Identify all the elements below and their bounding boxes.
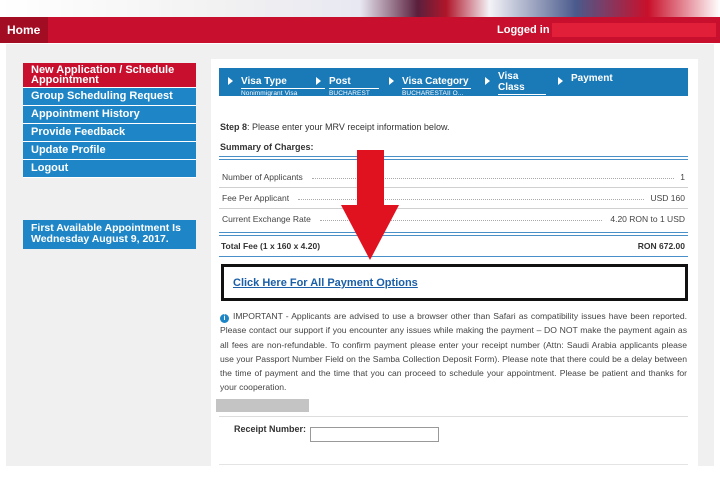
step-post: Post BUCHAREST — [329, 71, 379, 98]
redacted-button[interactable] — [216, 399, 309, 412]
divider — [219, 208, 688, 209]
divider — [219, 235, 688, 236]
step-arrow-icon — [389, 77, 394, 85]
home-link[interactable]: Home — [0, 17, 48, 43]
charge-label-exchange-rate: Current Exchange Rate — [222, 214, 311, 224]
charge-value-applicants: 1 — [680, 172, 685, 182]
divider — [219, 156, 688, 157]
total-fee-value: RON 672.00 — [637, 241, 685, 251]
divider — [219, 256, 688, 257]
step-text: : Please enter your MRV receipt informat… — [247, 122, 450, 132]
progress-steps: Visa Type Nonimmigrant Visa Post BUCHARE… — [219, 68, 688, 103]
payment-options-link[interactable]: Click Here For All Payment Options — [233, 277, 418, 289]
charge-value-exchange-rate: 4.20 RON to 1 USD — [610, 214, 685, 224]
step-label: Payment — [571, 73, 613, 84]
step-label: Visa Category — [402, 76, 471, 89]
redacted-username — [552, 23, 716, 37]
step-arrow-icon — [485, 77, 490, 85]
step-label: Visa Type — [241, 76, 325, 89]
divider — [298, 199, 644, 200]
total-fee-label: Total Fee (1 x 160 x 4.20) — [221, 241, 321, 251]
charge-value-fee: USD 160 — [650, 193, 686, 203]
important-notice: i IMPORTANT - Applicants are advised to u… — [220, 309, 687, 395]
sidebar-menu: New Application / Schedule Appointment G… — [23, 63, 196, 178]
step-arrow-icon — [558, 77, 563, 85]
sidebar-item-provide-feedback[interactable]: Provide Feedback — [23, 124, 196, 142]
step-instruction: Step 8: Please enter your MRV receipt in… — [220, 122, 449, 132]
step-visa-type: Visa Type Nonimmigrant Visa — [241, 71, 325, 98]
sidebar-item-group-scheduling[interactable]: Group Scheduling Request — [23, 88, 196, 106]
step-label: Post — [329, 76, 379, 89]
divider — [219, 187, 688, 188]
summary-title: Summary of Charges: — [220, 142, 314, 152]
down-arrow-icon — [357, 150, 384, 206]
divider — [219, 232, 688, 233]
step-arrow-icon — [316, 77, 321, 85]
info-icon: i — [220, 314, 229, 323]
step-value: B1/B2 — [498, 96, 517, 103]
sidebar-item-new-application[interactable]: New Application / Schedule Appointment — [23, 63, 196, 88]
header-banner — [0, 0, 720, 17]
divider — [219, 416, 688, 417]
sidebar-item-appointment-history[interactable]: Appointment History — [23, 106, 196, 124]
step-label: Visa Class — [498, 71, 546, 95]
step-value: Nonimmigrant Visa — [241, 90, 298, 97]
sidebar-item-logout[interactable]: Logout — [23, 160, 196, 178]
important-text: IMPORTANT - Applicants are advised to us… — [220, 311, 687, 393]
step-value: BUCHAREST — [329, 90, 370, 97]
step-visa-class: Visa Class B1/B2 — [498, 71, 546, 104]
first-available-appointment: First Available Appointment Is Wednesday… — [23, 220, 196, 249]
divider — [219, 159, 688, 160]
payment-options-box: Click Here For All Payment Options — [221, 264, 688, 301]
step-visa-category: Visa Category BUCHARESTAII O... — [402, 71, 471, 98]
step-payment: Payment — [571, 68, 613, 90]
receipt-number-input[interactable] — [310, 427, 439, 442]
divider — [219, 464, 688, 465]
charge-label-applicants: Number of Applicants — [222, 172, 303, 182]
step-value: BUCHARESTAII O... — [402, 90, 464, 97]
step-number: Step 8 — [220, 122, 248, 132]
sidebar-item-update-profile[interactable]: Update Profile — [23, 142, 196, 160]
down-arrow-icon — [341, 205, 399, 260]
top-nav-bar: Home Logged in as — [0, 17, 720, 43]
step-arrow-icon — [228, 77, 233, 85]
receipt-number-label: Receipt Number: — [234, 424, 307, 434]
charge-label-fee: Fee Per Applicant — [222, 193, 290, 203]
